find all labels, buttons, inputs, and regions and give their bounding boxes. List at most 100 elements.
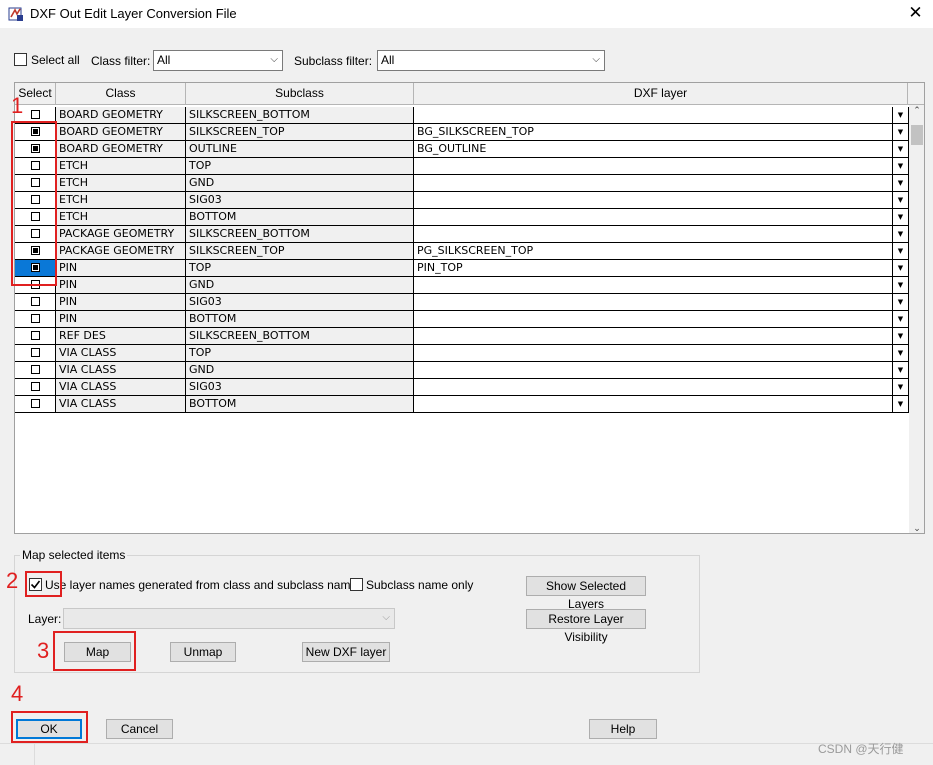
table-row[interactable]: PACKAGE GEOMETRY SILKSCREEN_TOP PG_SILKSCR… (15, 243, 909, 260)
dxf-layer-dropdown-icon[interactable]: ▼ (893, 209, 909, 226)
cancel-button[interactable]: Cancel (106, 719, 173, 739)
unmap-button[interactable]: Unmap (170, 642, 236, 662)
class-filter-label: Class filter: (91, 54, 151, 68)
row-dxf-layer-cell[interactable]: PIN_TOP (414, 260, 893, 277)
table-row[interactable]: BOARD GEOMETRY OUTLINE BG_OUTLINE ▼ (15, 141, 909, 158)
row-select-cell[interactable] (15, 311, 56, 328)
new-dxf-layer-button[interactable]: New DXF layer (302, 642, 390, 662)
scroll-down-icon[interactable]: ⌄ (909, 523, 924, 533)
dxf-layer-dropdown-icon[interactable]: ▼ (893, 175, 909, 192)
table-row[interactable]: BOARD GEOMETRY SILKSCREEN_BOTTOM ▼ (15, 107, 909, 124)
table-row[interactable]: ETCH GND ▼ (15, 175, 909, 192)
table-row[interactable]: PIN TOP PIN_TOP ▼ (15, 260, 909, 277)
scroll-up-icon[interactable]: ⌃ (909, 105, 924, 116)
dxf-layer-dropdown-icon[interactable]: ▼ (893, 294, 909, 311)
row-dxf-layer-cell[interactable]: BG_OUTLINE (414, 141, 893, 158)
row-class-cell: PIN (56, 260, 186, 277)
row-dxf-layer-cell[interactable] (414, 107, 893, 124)
dxf-layer-dropdown-icon[interactable]: ▼ (893, 260, 909, 277)
row-dxf-layer-cell[interactable] (414, 311, 893, 328)
row-select-cell[interactable] (15, 294, 56, 311)
row-select-checkbox[interactable] (31, 399, 40, 408)
table-row[interactable]: PACKAGE GEOMETRY SILKSCREEN_BOTTOM ▼ (15, 226, 909, 243)
row-select-checkbox[interactable] (31, 382, 40, 391)
layer-dropdown[interactable]: ⌵ (63, 608, 395, 629)
row-dxf-layer-cell[interactable] (414, 345, 893, 362)
dxf-layer-dropdown-icon[interactable]: ▼ (893, 192, 909, 209)
row-dxf-layer-cell[interactable] (414, 362, 893, 379)
row-dxf-layer-cell[interactable] (414, 328, 893, 345)
row-dxf-layer-cell[interactable] (414, 175, 893, 192)
row-dxf-layer-cell[interactable] (414, 277, 893, 294)
column-header-subclass[interactable]: Subclass (186, 83, 414, 105)
table-row[interactable]: REF DES SILKSCREEN_BOTTOM ▼ (15, 328, 909, 345)
subclass-only-checkbox[interactable] (350, 578, 363, 591)
row-subclass-cell: OUTLINE (186, 141, 414, 158)
row-select-checkbox[interactable] (31, 314, 40, 323)
dxf-layer-dropdown-icon[interactable]: ▼ (893, 379, 909, 396)
row-dxf-layer-cell[interactable] (414, 226, 893, 243)
dxf-layer-dropdown-icon[interactable]: ▼ (893, 277, 909, 294)
help-button[interactable]: Help (589, 719, 657, 739)
show-selected-layers-button[interactable]: Show Selected Layers (526, 576, 646, 611)
row-subclass-cell: SILKSCREEN_BOTTOM (186, 107, 414, 124)
table-row[interactable]: VIA CLASS BOTTOM ▼ (15, 396, 909, 413)
row-subclass-cell: TOP (186, 260, 414, 277)
use-layer-names-label: Use layer names generated from class and… (45, 578, 364, 592)
row-dxf-layer-cell[interactable]: PG_SILKSCREEN_TOP (414, 243, 893, 260)
row-dxf-layer-cell[interactable] (414, 192, 893, 209)
column-header-class[interactable]: Class (56, 83, 186, 105)
table-row[interactable]: PIN BOTTOM ▼ (15, 311, 909, 328)
row-dxf-layer-cell[interactable] (414, 396, 893, 413)
dxf-layer-dropdown-icon[interactable]: ▼ (893, 141, 909, 158)
row-select-cell[interactable] (15, 379, 56, 396)
vertical-scrollbar[interactable]: ⌃ ⌄ (909, 105, 924, 533)
table-row[interactable]: VIA CLASS TOP ▼ (15, 345, 909, 362)
row-class-cell: PACKAGE GEOMETRY (56, 243, 186, 260)
column-header-dxf-layer[interactable]: DXF layer (414, 83, 908, 105)
row-dxf-layer-cell[interactable] (414, 209, 893, 226)
header-filler (908, 83, 924, 105)
dxf-layer-dropdown-icon[interactable]: ▼ (893, 226, 909, 243)
subclass-filter-dropdown[interactable]: All ⌵ (377, 50, 605, 71)
row-select-checkbox[interactable] (31, 110, 40, 119)
row-dxf-layer-cell[interactable]: BG_SILKSCREEN_TOP (414, 124, 893, 141)
table-row[interactable]: ETCH BOTTOM ▼ (15, 209, 909, 226)
row-subclass-cell: TOP (186, 158, 414, 175)
dxf-layer-dropdown-icon[interactable]: ▼ (893, 107, 909, 124)
table-row[interactable]: PIN SIG03 ▼ (15, 294, 909, 311)
row-subclass-cell: SILKSCREEN_TOP (186, 124, 414, 141)
close-button[interactable]: ✕ (898, 0, 933, 28)
row-select-checkbox[interactable] (31, 348, 40, 357)
dxf-layer-dropdown-icon[interactable]: ▼ (893, 158, 909, 175)
dxf-layer-dropdown-icon[interactable]: ▼ (893, 345, 909, 362)
row-select-cell[interactable] (15, 345, 56, 362)
row-select-cell[interactable] (15, 396, 56, 413)
class-filter-dropdown[interactable]: All ⌵ (153, 50, 283, 71)
table-row[interactable]: VIA CLASS GND ▼ (15, 362, 909, 379)
table-row[interactable]: ETCH TOP ▼ (15, 158, 909, 175)
row-dxf-layer-cell[interactable] (414, 158, 893, 175)
row-select-checkbox[interactable] (31, 331, 40, 340)
row-class-cell: VIA CLASS (56, 362, 186, 379)
dxf-layer-dropdown-icon[interactable]: ▼ (893, 362, 909, 379)
restore-layer-visibility-button[interactable]: Restore Layer Visibility (526, 609, 646, 644)
row-dxf-layer-cell[interactable] (414, 379, 893, 396)
dxf-layer-dropdown-icon[interactable]: ▼ (893, 328, 909, 345)
row-dxf-layer-cell[interactable] (414, 294, 893, 311)
dxf-layer-dropdown-icon[interactable]: ▼ (893, 396, 909, 413)
row-select-cell[interactable] (15, 362, 56, 379)
dxf-layer-dropdown-icon[interactable]: ▼ (893, 124, 909, 141)
row-select-checkbox[interactable] (31, 365, 40, 374)
select-all-checkbox[interactable] (14, 53, 27, 66)
dxf-layer-dropdown-icon[interactable]: ▼ (893, 311, 909, 328)
row-select-checkbox[interactable] (31, 297, 40, 306)
scroll-thumb[interactable] (911, 125, 923, 145)
row-class-cell: ETCH (56, 158, 186, 175)
row-select-cell[interactable] (15, 328, 56, 345)
table-row[interactable]: PIN GND ▼ (15, 277, 909, 294)
table-row[interactable]: ETCH SIG03 ▼ (15, 192, 909, 209)
table-row[interactable]: VIA CLASS SIG03 ▼ (15, 379, 909, 396)
dxf-layer-dropdown-icon[interactable]: ▼ (893, 243, 909, 260)
table-row[interactable]: BOARD GEOMETRY SILKSCREEN_TOP BG_SILKSCREE… (15, 124, 909, 141)
